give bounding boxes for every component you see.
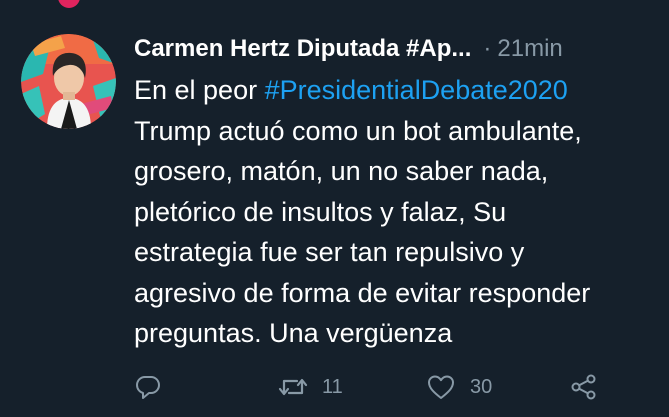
heart-icon — [428, 375, 454, 399]
avatar-image — [21, 34, 116, 129]
tweet-header: Carmen Hertz Diputada #Ap... · 21min — [134, 34, 659, 64]
reply-icon — [136, 376, 160, 399]
retweet-icon — [278, 378, 308, 396]
tweet-card[interactable]: Carmen Hertz Diputada #Ap... · 21min En … — [0, 0, 669, 417]
like-count: 30 — [470, 375, 493, 398]
hashtag-link[interactable]: #PresidentialDebate2020 — [265, 75, 568, 105]
tweet-text-prefix: En el peor — [134, 75, 265, 105]
avatar[interactable] — [21, 34, 116, 129]
tweet-timestamp[interactable]: 21min — [497, 35, 562, 63]
retweet-button[interactable]: 11 — [278, 370, 343, 404]
tweet-text-line: estrategia fue ser tan repulsivo y — [134, 237, 525, 267]
separator-dot: · — [483, 35, 492, 62]
tweet-text-line: grosero, matón, un no saber nada, — [134, 156, 549, 186]
tweet-text-line: Trump actuó como un bot ambulante, — [134, 115, 582, 146]
tweet-text: En el peor #PresidentialDebate2020 Trump… — [134, 70, 664, 354]
display-name[interactable]: Carmen Hertz Diputada #Ap... — [134, 35, 471, 63]
reply-button[interactable] — [134, 370, 162, 404]
tweet-text-line: preguntas. Una vergüenza — [134, 318, 453, 348]
tweet-actions: 11 30 — [134, 370, 634, 404]
like-button[interactable]: 30 — [426, 370, 492, 404]
tweet-text-line: pletórico de insultos y falaz, Su — [134, 196, 507, 227]
retweet-count: 11 — [322, 375, 343, 398]
share-button[interactable] — [570, 370, 598, 404]
share-icon — [571, 374, 596, 400]
tweet-text-line: agresivo de forma de evitar responder — [134, 277, 591, 308]
tweet-text-line: En el peor #PresidentialDebate2020 — [134, 70, 664, 111]
